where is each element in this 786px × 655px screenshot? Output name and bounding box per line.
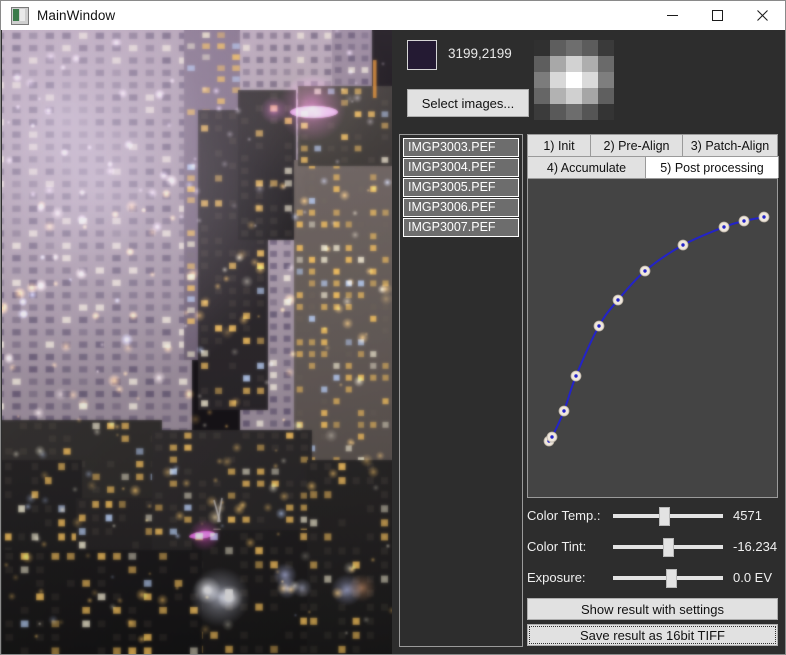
- curve-control-point[interactable]: [547, 432, 557, 442]
- tab-row-1: 1) Init2) Pre-Align3) Patch-Align: [527, 134, 779, 156]
- pixel-cell-1-4: [598, 56, 614, 72]
- color-tint-slider[interactable]: [613, 537, 723, 557]
- curve-control-point[interactable]: [594, 321, 604, 331]
- curve-control-point[interactable]: [613, 295, 623, 305]
- action-buttons: Show result with settings Save result as…: [527, 598, 778, 650]
- curve-control-point[interactable]: [571, 371, 581, 381]
- pixel-cell-1-2: [566, 56, 582, 72]
- night-cityscape-image: [2, 30, 392, 654]
- right-panel: 3199,2199 Select images... IMGP3003.PEFI…: [393, 30, 786, 655]
- file-list[interactable]: IMGP3003.PEFIMGP3004.PEFIMGP3005.PEFIMGP…: [399, 134, 523, 647]
- curve-line: [549, 217, 764, 441]
- curve-control-point[interactable]: [759, 212, 769, 222]
- main-window: MainWindow 3199,2199 Select images... IM…: [0, 0, 786, 655]
- close-icon[interactable]: [740, 1, 785, 30]
- tab-3-patch-align[interactable]: 3) Patch-Align: [682, 134, 778, 156]
- exposure-row: Exposure: 0.0 EV: [527, 562, 778, 593]
- pixel-coordinates: 3199,2199: [448, 46, 512, 61]
- exposure-label: Exposure:: [527, 570, 613, 585]
- pixel-cell-3-0: [534, 88, 550, 104]
- pixel-cell-0-3: [582, 40, 598, 56]
- pixel-cell-0-1: [550, 40, 566, 56]
- color-temp-row: Color Temp.: 4571: [527, 500, 778, 531]
- pixel-cell-2-3: [582, 72, 598, 88]
- pixel-cell-0-2: [566, 40, 582, 56]
- adjustment-controls: Color Temp.: 4571 Color Tint: -16.234 Exposu…: [527, 500, 778, 593]
- pixel-cell-4-3: [582, 104, 598, 120]
- color-tint-value: -16.234: [733, 539, 777, 554]
- list-item[interactable]: IMGP3003.PEF: [403, 138, 519, 157]
- color-temp-value: 4571: [733, 508, 762, 523]
- pixel-cell-4-2: [566, 104, 582, 120]
- color-tint-label: Color Tint:: [527, 539, 613, 554]
- save-result-button[interactable]: Save result as 16bit TIFF: [527, 624, 778, 646]
- tone-curve-svg: [528, 179, 777, 497]
- pixel-cell-0-4: [598, 40, 614, 56]
- tab-strip: 1) Init2) Pre-Align3) Patch-Align 4) Acc…: [527, 134, 779, 178]
- pixel-cell-2-1: [550, 72, 566, 88]
- pixel-cell-3-3: [582, 88, 598, 104]
- tone-curve-plot[interactable]: [527, 178, 778, 498]
- tab-2-pre-align[interactable]: 2) Pre-Align: [590, 134, 683, 156]
- tab-5-post-processing[interactable]: 5) Post processing: [645, 156, 779, 178]
- color-temp-label: Color Temp.:: [527, 508, 613, 523]
- pixel-cell-2-4: [598, 72, 614, 88]
- pixel-cell-3-2: [566, 88, 582, 104]
- exposure-slider[interactable]: [613, 568, 723, 588]
- pixel-cell-1-0: [534, 56, 550, 72]
- curve-control-point[interactable]: [739, 216, 749, 226]
- tab-row-2: 4) Accumulate5) Post processing: [527, 156, 779, 178]
- tab-area: 1) Init2) Pre-Align3) Patch-Align 4) Acc…: [527, 134, 779, 647]
- pixel-cell-3-1: [550, 88, 566, 104]
- list-item[interactable]: IMGP3004.PEF: [403, 158, 519, 177]
- color-tint-row: Color Tint: -16.234: [527, 531, 778, 562]
- pixel-cell-4-4: [598, 104, 614, 120]
- pixel-cell-4-0: [534, 104, 550, 120]
- minimize-icon[interactable]: [650, 1, 695, 30]
- tab-1-init[interactable]: 1) Init: [527, 134, 591, 156]
- image-preview-panel[interactable]: [2, 30, 392, 654]
- window-buttons: [650, 1, 785, 30]
- show-result-button[interactable]: Show result with settings: [527, 598, 778, 620]
- pixel-cell-4-1: [550, 104, 566, 120]
- color-swatch: [407, 40, 437, 70]
- app-icon: [11, 7, 29, 25]
- curve-control-point[interactable]: [559, 406, 569, 416]
- pixel-cell-2-2: [566, 72, 582, 88]
- pixel-cell-1-1: [550, 56, 566, 72]
- pixel-cell-1-3: [582, 56, 598, 72]
- exposure-thumb[interactable]: [666, 569, 677, 588]
- pixel-cell-2-0: [534, 72, 550, 88]
- tab-4-accumulate[interactable]: 4) Accumulate: [527, 156, 646, 178]
- pixel-cell-3-4: [598, 88, 614, 104]
- pixel-cell-0-0: [534, 40, 550, 56]
- window-title: MainWindow: [37, 8, 115, 23]
- color-tint-thumb[interactable]: [663, 538, 674, 557]
- color-temp-slider[interactable]: [613, 506, 723, 526]
- curve-control-point[interactable]: [719, 222, 729, 232]
- curve-control-point[interactable]: [640, 266, 650, 276]
- list-item[interactable]: IMGP3005.PEF: [403, 178, 519, 197]
- pixel-zoom-preview: [534, 40, 614, 120]
- color-temp-thumb[interactable]: [659, 507, 670, 526]
- title-bar: MainWindow: [1, 1, 785, 30]
- list-item[interactable]: IMGP3007.PEF: [403, 218, 519, 237]
- select-images-button[interactable]: Select images...: [407, 89, 529, 117]
- list-item[interactable]: IMGP3006.PEF: [403, 198, 519, 217]
- curve-control-point[interactable]: [678, 240, 688, 250]
- exposure-value: 0.0 EV: [733, 570, 772, 585]
- maximize-icon[interactable]: [695, 1, 740, 30]
